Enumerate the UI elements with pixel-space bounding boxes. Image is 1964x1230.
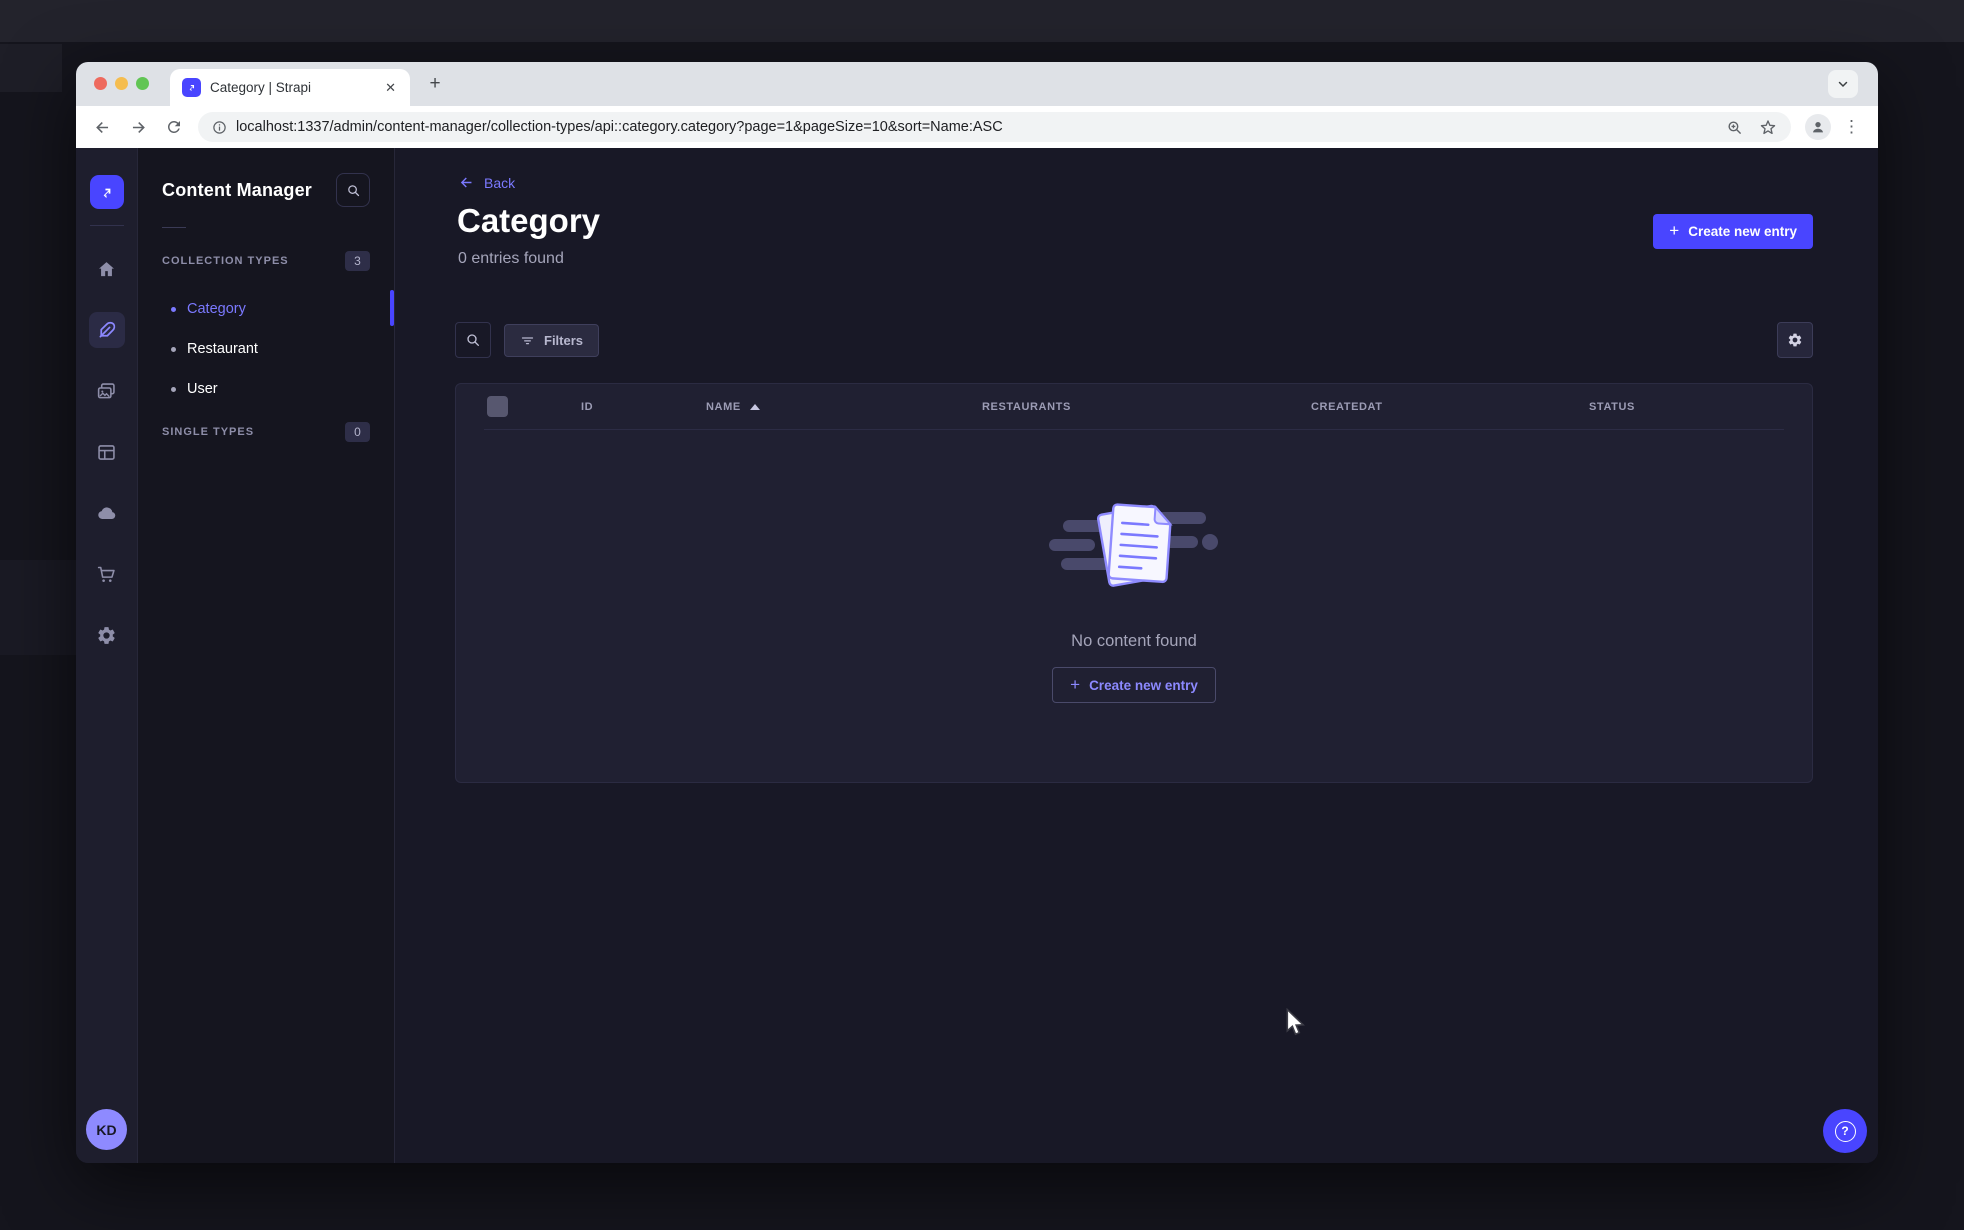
site-info-icon[interactable] (212, 120, 227, 135)
nav-content-type-builder-icon[interactable] (89, 434, 125, 470)
sidebar-item-user[interactable]: User (162, 369, 370, 409)
tab-search-button[interactable] (1828, 70, 1858, 98)
desktop-background-chip (0, 44, 62, 92)
browser-window: Category | Strapi ✕ + localhost:1337/adm… (76, 62, 1878, 1163)
back-link[interactable]: Back (458, 174, 515, 191)
tab-close-icon[interactable]: ✕ (381, 78, 400, 98)
nav-cloud-icon[interactable] (89, 495, 125, 531)
sidebar-item-category[interactable]: Category (162, 289, 370, 329)
collection-types-list: Category Restaurant User (162, 289, 370, 409)
content-manager-subnav: Content Manager COLLECTION TYPES 3 Categ… (138, 148, 395, 1163)
view-settings-button[interactable] (1777, 322, 1813, 358)
list-controls: Filters (455, 322, 1813, 358)
arrow-left-icon (460, 177, 472, 188)
entries-count-text: 0 entries found (458, 250, 564, 267)
sort-ascending-icon (749, 403, 760, 410)
bookmark-star-icon[interactable] (1759, 118, 1777, 136)
desktop-background-chip (0, 560, 76, 655)
create-button-label: Create new entry (1688, 224, 1797, 239)
sidebar-item-label: User (187, 381, 218, 397)
nav-settings-icon[interactable] (89, 617, 125, 653)
browser-profile-icon[interactable] (1805, 114, 1831, 140)
select-all-checkbox[interactable] (487, 396, 508, 417)
nav-home-icon[interactable] (89, 251, 125, 287)
main-content: Back Category 0 entries found + Create n… (395, 148, 1878, 1163)
column-header-restaurants[interactable]: RESTAURANTS (982, 401, 1311, 413)
column-header-createdat[interactable]: CREATEDAT (1311, 401, 1589, 413)
single-types-count-badge: 0 (345, 422, 370, 442)
subnav-divider (162, 227, 186, 228)
bullet-icon (171, 306, 176, 312)
strapi-favicon-icon (182, 78, 201, 97)
no-content-illustration-icon (1048, 503, 1218, 587)
sidebar-item-label: Restaurant (187, 341, 258, 357)
filter-icon (521, 336, 534, 344)
close-window-button[interactable] (94, 77, 107, 90)
minimize-window-button[interactable] (115, 77, 128, 90)
empty-state-message: No content found (1071, 632, 1197, 650)
help-button[interactable]: ? (1823, 1109, 1867, 1153)
tab-strip: Category | Strapi ✕ + (76, 62, 1878, 106)
single-types-label: SINGLE TYPES (162, 426, 255, 438)
filters-label: Filters (544, 332, 584, 348)
create-new-entry-button[interactable]: + Create new entry (1653, 214, 1813, 249)
column-header-id[interactable]: ID (581, 401, 706, 413)
nav-content-manager-icon[interactable] (88, 312, 125, 348)
bullet-icon (171, 346, 176, 352)
rail-divider (89, 225, 124, 226)
help-icon: ? (1834, 1120, 1856, 1142)
create-button-label: Create new entry (1089, 677, 1198, 693)
reload-icon[interactable] (162, 115, 186, 139)
subnav-search-button[interactable] (336, 173, 370, 207)
fullscreen-window-button[interactable] (136, 77, 149, 90)
sidebar-item-label: Category (187, 301, 246, 317)
empty-state: No content found + Create new entry (456, 430, 1812, 703)
url-bar[interactable]: localhost:1337/admin/content-manager/col… (198, 112, 1791, 142)
plus-icon: + (1669, 221, 1680, 240)
search-button[interactable] (455, 322, 491, 358)
main-nav-rail: KD (76, 148, 138, 1163)
browser-tab[interactable]: Category | Strapi ✕ (170, 69, 410, 106)
back-label: Back (484, 174, 516, 191)
plus-icon: + (1070, 674, 1081, 694)
strapi-app: KD Content Manager COLLECTION TYPES 3 Ca… (76, 148, 1878, 1163)
url-text[interactable]: localhost:1337/admin/content-manager/col… (236, 119, 1714, 135)
user-avatar[interactable]: KD (86, 1109, 127, 1150)
empty-create-new-entry-button[interactable]: + Create new entry (1052, 667, 1216, 703)
zoom-level-icon[interactable] (1726, 119, 1743, 136)
tab-title: Category | Strapi (210, 80, 312, 95)
subnav-title: Content Manager (162, 179, 313, 200)
active-item-indicator (390, 290, 394, 326)
strapi-logo-icon[interactable] (89, 175, 124, 209)
table-header-row: ID NAME RESTAURANTS CREATEDAT STATUS (456, 384, 1812, 429)
filters-button[interactable]: Filters (504, 323, 600, 357)
column-label: NAME (706, 400, 741, 413)
collection-types-label: COLLECTION TYPES (162, 255, 289, 267)
nav-media-library-icon[interactable] (89, 373, 125, 409)
desktop-background-band (0, 0, 1964, 42)
column-header-status[interactable]: STATUS (1589, 401, 1812, 413)
bullet-icon (171, 386, 176, 392)
collection-types-count-badge: 3 (345, 251, 370, 271)
traffic-lights (94, 77, 149, 90)
new-tab-button[interactable]: + (423, 72, 447, 96)
forward-nav-icon[interactable] (126, 115, 150, 139)
page-title: Category (457, 202, 601, 239)
column-header-name[interactable]: NAME (706, 401, 982, 413)
browser-menu-icon[interactable]: ⋮ (1839, 117, 1864, 137)
browser-toolbar: localhost:1337/admin/content-manager/col… (76, 106, 1878, 148)
entries-table-card: ID NAME RESTAURANTS CREATEDAT STATUS No … (455, 383, 1813, 783)
sidebar-item-restaurant[interactable]: Restaurant (162, 329, 370, 369)
back-nav-icon[interactable] (90, 115, 114, 139)
nav-marketplace-icon[interactable] (89, 556, 125, 592)
